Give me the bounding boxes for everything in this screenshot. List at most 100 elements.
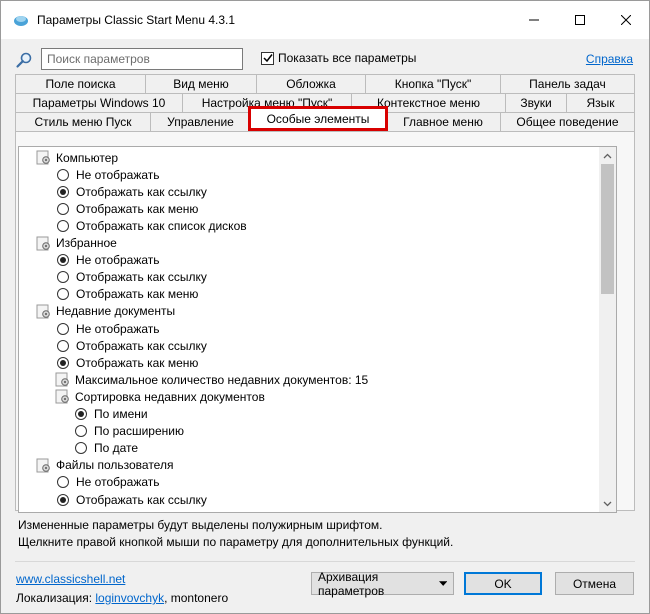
radio-option[interactable]: Отображать как меню (57, 286, 198, 303)
radio-option[interactable]: Отображать как ссылку (57, 491, 207, 508)
radio-button[interactable] (57, 254, 69, 267)
tab-windows10-settings[interactable]: Параметры Windows 10 (15, 93, 183, 112)
setting-label: Не отображать (76, 321, 160, 336)
radio-option[interactable]: Не отображать (57, 166, 160, 183)
localization-label: Локализация: (16, 591, 93, 605)
settings-group[interactable]: Избранное (36, 235, 117, 252)
settings-group[interactable]: Компьютер (36, 149, 118, 166)
settings-group[interactable]: Недавние документы (36, 303, 175, 320)
show-all-checkbox[interactable]: Показать все параметры (261, 51, 416, 65)
dropdown-arrow-icon (438, 580, 447, 586)
localization-line: Локализация: loginvovchyk, montonero (16, 591, 228, 605)
checkmark-icon (262, 54, 273, 63)
settings-icon (36, 458, 51, 473)
radio-button[interactable] (57, 356, 69, 369)
radio-selected-dot (78, 411, 84, 417)
tab-taskbar[interactable]: Панель задач (500, 74, 635, 93)
radio-option[interactable]: По имени (75, 406, 148, 423)
radio-option[interactable]: Не отображать (57, 320, 160, 337)
settings-item[interactable]: Сортировка недавних документов (55, 388, 265, 405)
tab-sounds[interactable]: Звуки (505, 93, 567, 112)
setting-label: Недавние документы (56, 304, 176, 319)
tab-start-menu-style[interactable]: Стиль меню Пуск (15, 112, 151, 131)
tab-start-button[interactable]: Кнопка "Пуск" (365, 74, 501, 93)
radio-button[interactable] (57, 339, 69, 352)
radio-option[interactable]: По дате (75, 440, 138, 457)
vertical-scrollbar[interactable] (599, 147, 616, 512)
tab-special-items[interactable]: Особые элементы (248, 106, 388, 131)
settings-item[interactable]: Максимальное количество недавних докумен… (55, 371, 368, 388)
settings-tree[interactable]: Компьютер Не отображать Отображать как ссы… (18, 146, 617, 513)
radio-button[interactable] (57, 185, 69, 198)
radio-button[interactable] (57, 288, 69, 301)
tab-menu-view[interactable]: Вид меню (145, 74, 257, 93)
settings-window: Параметры Classic Start Menu 4.3.1 Показ… (0, 0, 650, 614)
setting-label: Избранное (56, 236, 117, 250)
tab-skin[interactable]: Обложка (256, 74, 366, 93)
setting-label: Отображать как меню (76, 201, 199, 216)
radio-selected-dot (60, 496, 66, 503)
ok-button[interactable]: OK (464, 572, 542, 595)
radio-selected-dot (60, 257, 66, 264)
radio-option[interactable]: Отображать как ссылку (57, 183, 207, 200)
radio-option[interactable]: Отображать как ссылку (57, 337, 207, 354)
help-link[interactable]: Справка (586, 52, 633, 66)
settings-group[interactable]: Файлы пользователя (36, 457, 173, 474)
setting-label: Отображать как ссылку (76, 270, 207, 285)
tab-search-box[interactable]: Поле поиска (15, 74, 146, 93)
maximize-button[interactable] (557, 1, 603, 39)
radio-option[interactable]: Отображать как меню (57, 354, 198, 371)
settings-icon (36, 150, 51, 165)
checkbox-box[interactable] (261, 51, 274, 65)
chevron-down-icon (603, 501, 612, 506)
radio-button[interactable] (57, 168, 69, 181)
website-link[interactable]: www.classicshell.net (16, 572, 125, 586)
radio-option[interactable]: Отображать как список дисков (57, 217, 247, 234)
radio-option[interactable]: Отображать как меню (57, 200, 198, 217)
radio-option[interactable]: По расширению (75, 423, 184, 440)
radio-button[interactable] (75, 408, 87, 420)
radio-button[interactable] (57, 476, 69, 489)
setting-label: Компьютер (56, 150, 119, 165)
tab-controls[interactable]: Управление (150, 112, 251, 131)
footer-divider (15, 561, 635, 562)
radio-button[interactable] (75, 425, 87, 438)
setting-label: Отображать как список дисков (76, 218, 247, 233)
close-button[interactable] (603, 1, 649, 39)
setting-label: Максимальное количество недавних докумен… (75, 372, 369, 387)
setting-label: Сортировка недавних документов (75, 389, 265, 404)
localizer-link[interactable]: loginvovchyk (95, 591, 164, 605)
radio-button[interactable] (75, 442, 87, 455)
scroll-thumb[interactable] (601, 164, 614, 294)
backup-settings-dropdown[interactable]: Архивация параметров (311, 570, 454, 598)
minimize-button[interactable] (511, 1, 557, 39)
radio-option[interactable]: Не отображать (57, 474, 160, 491)
tab-main-menu[interactable]: Главное меню (385, 112, 501, 131)
setting-label: Отображать как меню (76, 287, 199, 302)
localizer-rest: , montonero (164, 591, 229, 605)
radio-button[interactable] (57, 322, 69, 335)
radio-button[interactable] (57, 202, 69, 215)
radio-selected-dot (60, 359, 66, 366)
scroll-down-button[interactable] (599, 495, 616, 512)
radio-button[interactable] (57, 493, 69, 506)
scroll-up-button[interactable] (599, 147, 616, 164)
setting-label: Отображать как ссылку (76, 338, 207, 353)
tab-general-behavior[interactable]: Общее поведение (500, 112, 635, 131)
search-input[interactable] (41, 48, 243, 70)
setting-label: По имени (94, 407, 148, 421)
radio-button[interactable] (57, 219, 69, 232)
tab-strip: Поле поиска Вид меню Обложка Кнопка "Пус… (15, 74, 635, 131)
window-title: Параметры Classic Start Menu 4.3.1 (37, 13, 236, 27)
maximize-icon (575, 15, 585, 25)
shell-app-icon (14, 16, 28, 26)
radio-button[interactable] (57, 271, 69, 284)
settings-icon (55, 389, 70, 404)
settings-icon (36, 236, 51, 251)
radio-option[interactable]: Отображать как ссылку (57, 269, 207, 286)
radio-option[interactable]: Не отображать (57, 252, 160, 269)
setting-label: По расширению (94, 424, 184, 439)
radio-selected-dot (60, 188, 66, 195)
cancel-button[interactable]: Отмена (555, 572, 634, 595)
tab-language[interactable]: Язык (566, 93, 635, 112)
